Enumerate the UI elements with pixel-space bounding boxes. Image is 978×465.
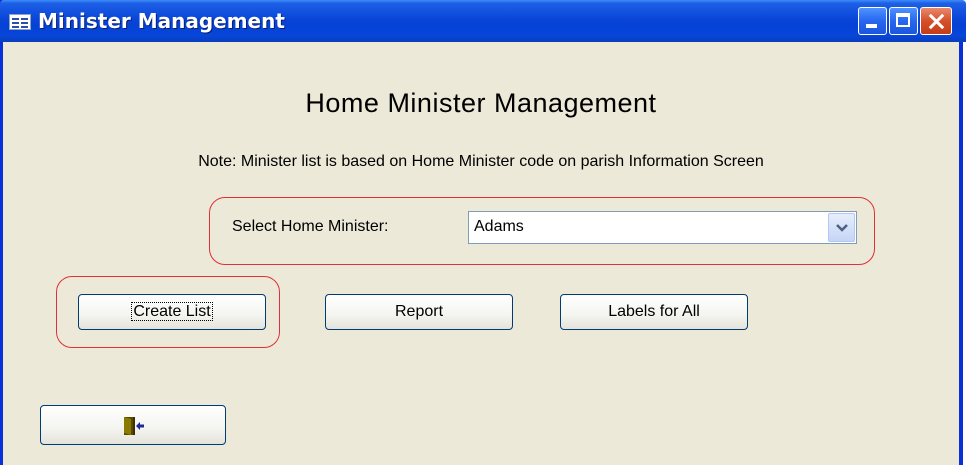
create-list-label: Create List [131, 302, 213, 321]
close-button[interactable] [920, 7, 952, 35]
dropdown-arrow-button[interactable] [828, 213, 855, 242]
form-icon [9, 14, 31, 30]
exit-button[interactable] [40, 405, 226, 445]
home-minister-select[interactable]: Adams [468, 211, 857, 244]
minimize-button[interactable] [858, 7, 887, 35]
minister-management-window: Minister Management Home Minister Manage… [0, 0, 966, 465]
report-button[interactable]: Report [325, 294, 513, 330]
labels-for-all-button[interactable]: Labels for All [560, 294, 748, 330]
title-bar[interactable]: Minister Management [0, 0, 966, 42]
page-title: Home Minister Management [305, 88, 657, 118]
chevron-down-icon [836, 224, 848, 232]
exit-door-icon [124, 417, 144, 435]
maximize-button[interactable] [889, 7, 918, 35]
select-minister-label: Select Home Minister: [232, 218, 389, 235]
home-minister-value: Adams [474, 218, 524, 235]
create-list-button[interactable]: Create List [78, 294, 266, 330]
note-text: Note: Minister list is based on Home Min… [198, 153, 764, 170]
window-title: Minister Management [38, 9, 285, 33]
